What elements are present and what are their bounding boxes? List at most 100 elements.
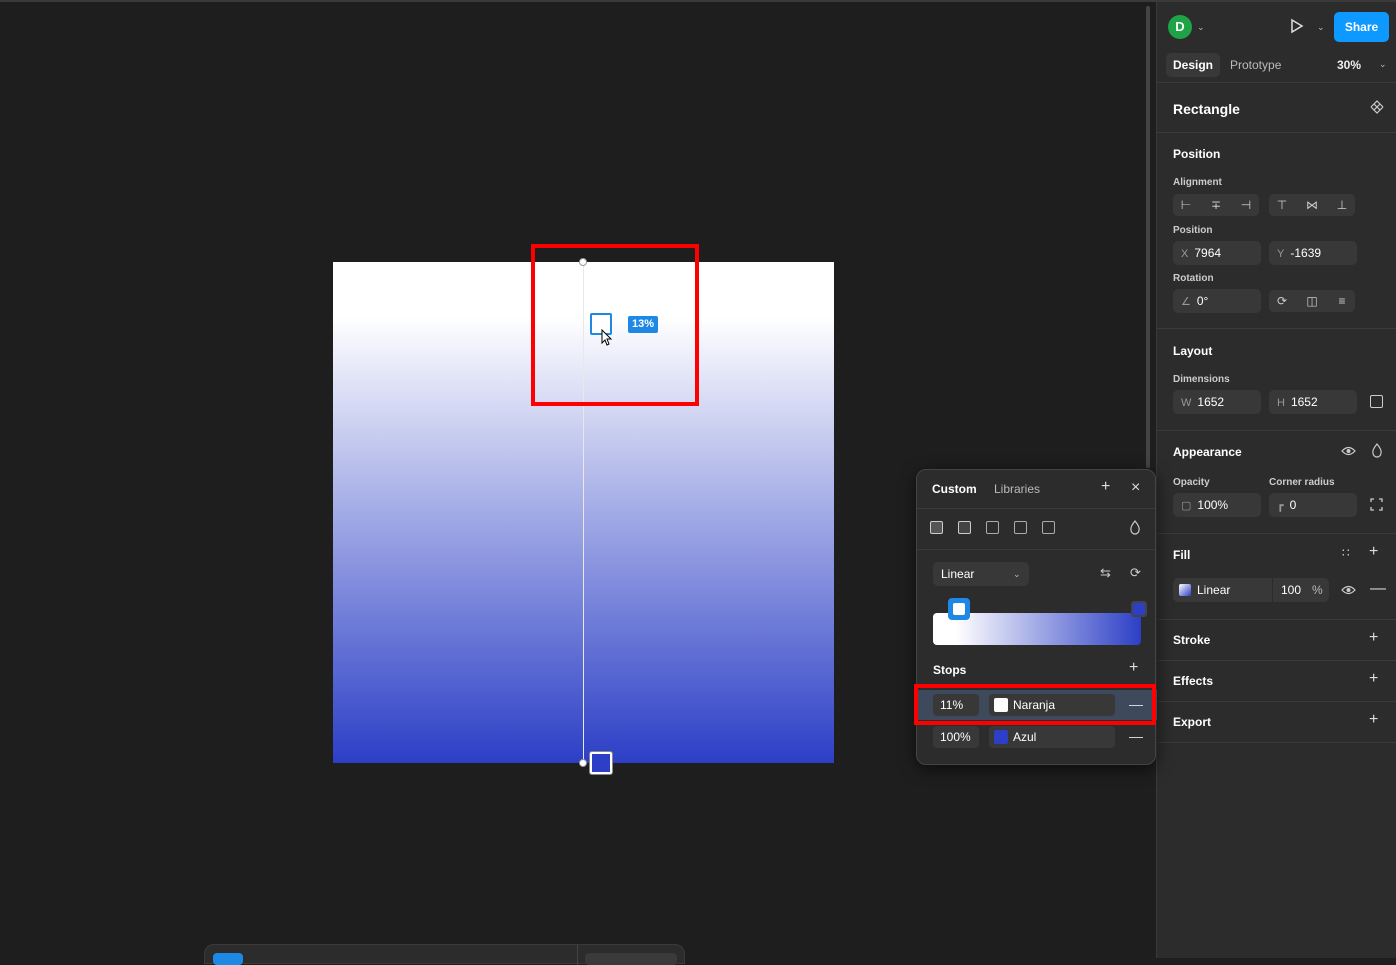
transform-group: ⟳ ◫ ≡ [1269, 290, 1355, 312]
image-fill-icon[interactable] [1014, 521, 1027, 534]
tab-custom[interactable]: Custom [932, 482, 977, 496]
opacity-label: Opacity [1173, 477, 1210, 488]
constrain-proportions-icon[interactable] [1370, 395, 1383, 408]
gradient-type-select[interactable]: Linear ⌄ [933, 562, 1029, 586]
add-export-plus-icon[interactable]: + [1369, 711, 1378, 729]
eye-icon[interactable] [1341, 444, 1356, 463]
y-value: -1639 [1290, 246, 1322, 260]
toolbar-mode-toggle[interactable] [585, 953, 677, 965]
width-field[interactable]: W 1652 [1173, 390, 1261, 414]
solid-fill-icon[interactable] [930, 521, 943, 534]
align-top-icon[interactable]: ⊤ [1269, 194, 1295, 216]
toolbar-active-tool[interactable] [213, 953, 243, 965]
highlight-box-stop-row [914, 684, 1156, 725]
export-section-title: Export [1173, 715, 1212, 729]
play-icon[interactable] [1289, 18, 1305, 39]
blend-drop-icon[interactable] [1129, 520, 1141, 538]
zoom-level[interactable]: 30% [1337, 58, 1361, 72]
add-effect-plus-icon[interactable]: + [1369, 670, 1378, 688]
align-bottom-icon[interactable]: ⊥ [1329, 194, 1355, 216]
add-fill-plus-icon[interactable]: + [1369, 543, 1378, 561]
fill-type-label: Linear [1197, 583, 1231, 597]
y-prefix: Y [1277, 248, 1285, 260]
rotation-field[interactable]: ∠ 0° [1173, 289, 1261, 313]
angle-icon: ∠ [1181, 296, 1191, 308]
play-chevron-down-icon[interactable]: ⌄ [1317, 22, 1325, 33]
bottom-toolbar[interactable] [204, 944, 685, 965]
tab-design[interactable]: Design [1166, 53, 1221, 77]
fill-opacity-value[interactable]: 100 [1281, 583, 1301, 597]
horizontal-align-group: ⊢ ∓ ⊣ [1173, 194, 1259, 216]
chevron-down-icon: ⌄ [1013, 569, 1021, 579]
share-button[interactable]: Share [1334, 12, 1389, 42]
height-field[interactable]: H 1652 [1269, 390, 1357, 414]
add-style-plus-icon[interactable]: + [1101, 478, 1110, 496]
divider [1157, 328, 1396, 329]
linear-gradient-icon[interactable] [958, 521, 971, 534]
avatar-chevron-down-icon[interactable]: ⌄ [1197, 22, 1205, 33]
design-panel: D ⌄ ⌄ Share Design Prototype 30% ⌄ Recta… [1156, 2, 1396, 958]
stops-title: Stops [933, 663, 967, 677]
align-left-icon[interactable]: ⊢ [1173, 194, 1199, 216]
swap-direction-icon[interactable]: ⇆ [1100, 565, 1111, 581]
drop-icon[interactable] [1371, 443, 1383, 463]
add-stroke-plus-icon[interactable]: + [1369, 629, 1378, 647]
close-icon[interactable]: × [1131, 479, 1140, 497]
toolbar-divider [577, 945, 578, 965]
x-prefix: X [1181, 248, 1189, 260]
user-avatar[interactable]: D [1168, 15, 1192, 39]
fill-swatch[interactable] [1179, 584, 1191, 596]
divider [917, 508, 1155, 509]
styles-grid-icon[interactable]: ∷ [1342, 546, 1350, 560]
align-center-horizontal-icon[interactable]: ∓ [1203, 194, 1229, 216]
flip-vertical-icon[interactable]: ≡ [1329, 290, 1355, 312]
corner-radius-field[interactable]: ┏ 0 [1269, 493, 1357, 517]
stop-position-field[interactable]: 100% [933, 726, 979, 748]
zoom-chevron-down-icon[interactable]: ⌄ [1379, 59, 1387, 70]
layer-name[interactable]: Rectangle [1173, 101, 1240, 117]
x-position-field[interactable]: X 7964 [1173, 241, 1261, 265]
stop-color-name: Azul [1013, 730, 1037, 744]
alignment-label: Alignment [1173, 177, 1222, 188]
corner-radius-label: Corner radius [1269, 477, 1335, 488]
fill-layer-row[interactable]: Linear 100 % [1173, 578, 1329, 602]
rotate-icon[interactable]: ⟳ [1269, 290, 1295, 312]
divider [917, 549, 1155, 550]
w-value: 1652 [1197, 395, 1225, 409]
divider [1157, 533, 1396, 534]
tab-libraries[interactable]: Libraries [994, 482, 1040, 496]
remove-fill-minus-icon[interactable]: — [1370, 580, 1386, 598]
x-value: 7964 [1194, 246, 1222, 260]
align-right-icon[interactable]: ⊣ [1233, 194, 1259, 216]
fill-visibility-eye-icon[interactable] [1341, 583, 1356, 602]
rotate-gradient-icon[interactable]: ⟳ [1130, 565, 1141, 581]
stop-swatch[interactable] [994, 730, 1008, 744]
gradient-type-value: Linear [941, 567, 975, 581]
video-fill-icon[interactable] [1042, 521, 1055, 534]
add-stop-plus-icon[interactable]: + [1129, 659, 1138, 677]
divider [1157, 132, 1396, 133]
y-position-field[interactable]: Y -1639 [1269, 241, 1357, 265]
canvas-scrollbar[interactable] [1146, 6, 1150, 468]
flip-horizontal-icon[interactable]: ◫ [1299, 290, 1325, 312]
gradient-bar-stop-naranja[interactable] [948, 598, 970, 620]
opacity-field[interactable]: ▢ 100% [1173, 493, 1261, 517]
effects-section-title: Effects [1173, 674, 1214, 688]
gradient-end-dot[interactable] [579, 759, 587, 767]
component-icon[interactable] [1370, 100, 1384, 119]
stop-color-field[interactable]: Azul [989, 726, 1115, 748]
radial-gradient-icon[interactable] [986, 521, 999, 534]
position-section-title: Position [1173, 147, 1221, 161]
gradient-stop-handle-azul[interactable] [590, 752, 612, 774]
remove-stop-minus-icon[interactable]: — [1129, 728, 1143, 744]
h-value: 1652 [1290, 395, 1318, 409]
rotation-value: 0° [1196, 294, 1209, 308]
tab-prototype[interactable]: Prototype [1230, 58, 1281, 72]
align-middle-icon[interactable]: ⋈ [1299, 194, 1325, 216]
stroke-section-title: Stroke [1173, 633, 1211, 647]
stop-row[interactable]: 100% Azul — [917, 722, 1157, 752]
gradient-bar-stop-azul[interactable] [1131, 601, 1147, 617]
appearance-section-title: Appearance [1173, 445, 1242, 459]
fill-opacity-unit: % [1312, 583, 1323, 597]
independent-corners-icon[interactable] [1370, 498, 1383, 516]
